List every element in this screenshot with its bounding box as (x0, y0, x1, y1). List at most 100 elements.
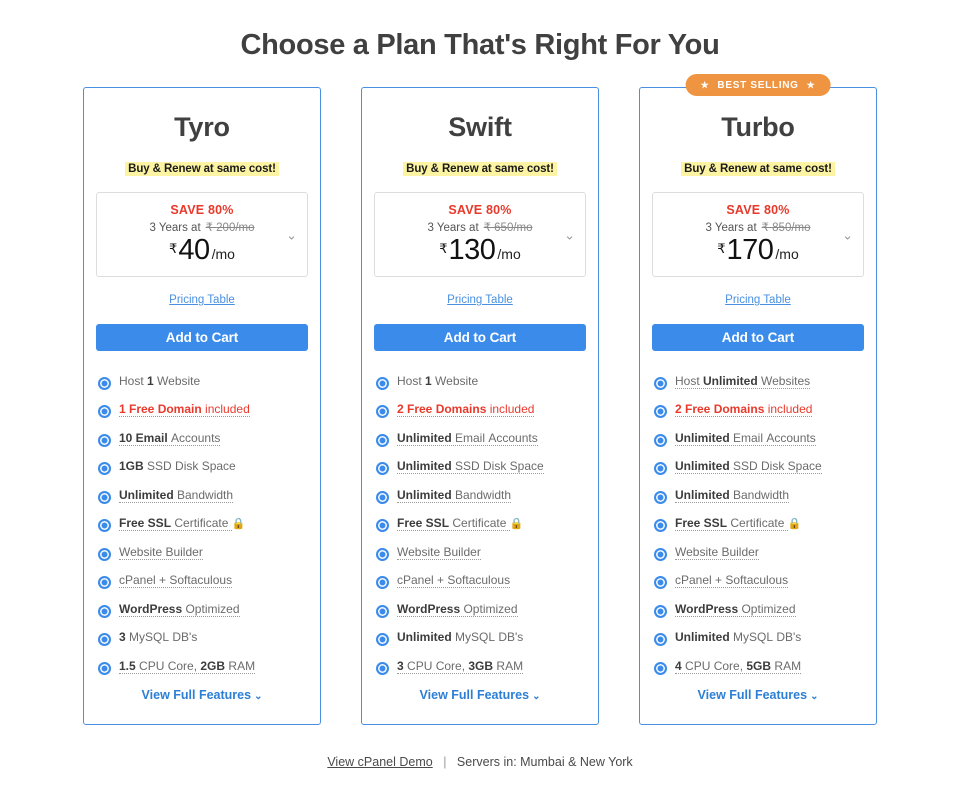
price-box[interactable]: SAVE 80% 3 Years at ₹ 200/mo ₹40/mo ⌄ (96, 192, 308, 278)
feature-text: Website Builder (675, 544, 866, 560)
add-to-cart-button[interactable]: Add to Cart (96, 324, 308, 351)
bullet-icon (376, 661, 389, 675)
feature-text: 2 Free Domains included (675, 402, 866, 417)
feature-item: Unlimited Bandwidth (654, 487, 866, 504)
feature-label[interactable]: Unlimited Email Accounts (397, 430, 538, 446)
view-full-features-button[interactable]: View Full Features ⌄ (84, 688, 320, 702)
feature-label[interactable]: Website Builder (119, 544, 203, 560)
page-title: Choose a Plan That's Right For You (240, 29, 720, 61)
feature-item: WordPress Optimized (654, 601, 866, 618)
feature-label[interactable]: cPanel + Softaculous (675, 573, 789, 588)
old-price: ₹ 200/mo (205, 222, 255, 234)
view-full-features-label: View Full Features (141, 688, 252, 702)
bullet-icon (98, 433, 111, 447)
feature-label[interactable]: 4 CPU Core, 5GB RAM (675, 658, 802, 674)
feature-label[interactable]: WordPress Optimized (119, 601, 240, 617)
bullet-icon (654, 604, 667, 618)
feature-label[interactable]: Unlimited SSD Disk Space (675, 459, 822, 474)
chevron-down-icon[interactable]: ⌄ (286, 228, 297, 241)
feature-item: Unlimited Email Accounts (376, 430, 588, 447)
bullet-icon (376, 490, 389, 504)
feature-label[interactable]: WordPress Optimized (397, 601, 518, 617)
view-full-features-button[interactable]: View Full Features ⌄ (362, 688, 598, 702)
feature-label[interactable]: cPanel + Softaculous (119, 573, 233, 588)
price-line: ₹40/mo (103, 235, 301, 266)
feature-label[interactable]: Unlimited Email Accounts (675, 430, 816, 446)
pricing-table-link[interactable]: Pricing Table (447, 294, 513, 306)
renew-note: Buy & Renew at same cost! (403, 162, 557, 176)
bullet-icon (654, 547, 667, 561)
feature-label[interactable]: 10 Email Accounts (119, 430, 221, 446)
bullet-icon (98, 576, 111, 589)
feature-text: 10 Email Accounts (119, 430, 310, 446)
old-price: ₹ 850/mo (761, 222, 811, 234)
feature-label[interactable]: 1.5 CPU Core, 2GB RAM (119, 658, 256, 674)
feature-text: Unlimited Bandwidth (397, 487, 588, 503)
feature-label[interactable]: Unlimited Bandwidth (675, 487, 790, 503)
feature-item: Host 1 Website (98, 374, 310, 390)
old-price: ₹ 650/mo (483, 222, 533, 234)
feature-label[interactable]: 3 CPU Core, 3GB RAM (397, 658, 524, 674)
pricing-table-link[interactable]: Pricing Table (725, 294, 791, 306)
feature-label[interactable]: Unlimited Bandwidth (397, 487, 512, 503)
feature-item: Free SSL Certificate 🔒 (98, 516, 310, 532)
feature-label[interactable]: Host Unlimited Websites (675, 373, 811, 389)
bullet-icon (376, 547, 389, 561)
feature-text: Unlimited Email Accounts (397, 430, 588, 446)
feature-text: Unlimited Bandwidth (675, 487, 866, 503)
bullet-icon (654, 405, 667, 418)
feature-label[interactable]: Free SSL Certificate (397, 516, 510, 531)
view-full-features-button[interactable]: View Full Features ⌄ (640, 688, 876, 702)
feature-text: Unlimited MySQL DB's (675, 630, 866, 645)
feature-label: 3 MySQL DB's (119, 630, 198, 644)
feature-label[interactable]: Unlimited SSD Disk Space (397, 459, 544, 474)
feature-text: 3 CPU Core, 3GB RAM (397, 658, 588, 674)
add-to-cart-button[interactable]: Add to Cart (652, 324, 864, 351)
lock-icon: 🔒 (231, 518, 246, 530)
feature-label[interactable]: Unlimited Bandwidth (119, 487, 234, 503)
feature-label[interactable]: 1 Free Domain included (119, 402, 250, 417)
feature-label[interactable]: Website Builder (397, 544, 481, 560)
feature-text: cPanel + Softaculous (397, 573, 588, 588)
feature-text: Free SSL Certificate 🔒 (397, 516, 588, 531)
feature-text: Website Builder (119, 544, 310, 560)
feature-text: 1GB SSD Disk Space (119, 459, 310, 474)
feature-list: Host 1 Website 2 Free Domains included Unl… (362, 374, 598, 689)
bullet-icon (376, 633, 389, 646)
bullet-icon (98, 490, 111, 504)
pricing-table-link[interactable]: Pricing Table (169, 294, 235, 306)
add-to-cart-button[interactable]: Add to Cart (374, 324, 586, 351)
feature-text: cPanel + Softaculous (675, 573, 866, 588)
feature-text: 1 Free Domain included (119, 402, 310, 417)
bullet-icon (376, 462, 389, 475)
feature-item: Unlimited MySQL DB's (376, 630, 588, 646)
servers-location-text: Servers in: Mumbai & New York (456, 755, 633, 769)
price-box[interactable]: SAVE 80% 3 Years at ₹ 850/mo ₹170/mo ⌄ (652, 192, 864, 278)
feature-item: cPanel + Softaculous (376, 573, 588, 589)
plan-card-swift: Swift Buy & Renew at same cost! SAVE 80% 3 … (361, 87, 599, 725)
price-period: /mo (775, 246, 799, 262)
feature-label[interactable]: Free SSL Certificate (675, 516, 788, 531)
feature-label[interactable]: 2 Free Domains included (675, 402, 813, 417)
feature-text: 2 Free Domains included (397, 402, 588, 417)
term-prefix: 3 Years at (149, 222, 201, 234)
chevron-down-icon[interactable]: ⌄ (564, 228, 575, 241)
feature-item: Free SSL Certificate 🔒 (654, 516, 866, 532)
feature-label[interactable]: WordPress Optimized (675, 601, 796, 617)
price-amount: 170 (726, 234, 774, 266)
bullet-icon (98, 405, 111, 418)
price-box[interactable]: SAVE 80% 3 Years at ₹ 650/mo ₹130/mo ⌄ (374, 192, 586, 278)
term-line: 3 Years at ₹ 650/mo (381, 220, 579, 234)
bullet-icon (98, 547, 111, 561)
chevron-down-icon[interactable]: ⌄ (842, 228, 853, 241)
chevron-down-icon: ⌄ (532, 691, 541, 702)
feature-item: 1 Free Domain included (98, 402, 310, 418)
plan-name: Turbo (721, 112, 795, 142)
feature-label[interactable]: Free SSL Certificate (119, 516, 232, 531)
feature-item: Unlimited SSD Disk Space (376, 459, 588, 475)
bullet-icon (376, 433, 389, 447)
feature-label[interactable]: cPanel + Softaculous (397, 573, 511, 588)
view-cpanel-demo-link[interactable]: View cPanel Demo (327, 755, 432, 769)
feature-label[interactable]: Website Builder (675, 544, 759, 560)
feature-label[interactable]: 2 Free Domains included (397, 402, 535, 417)
